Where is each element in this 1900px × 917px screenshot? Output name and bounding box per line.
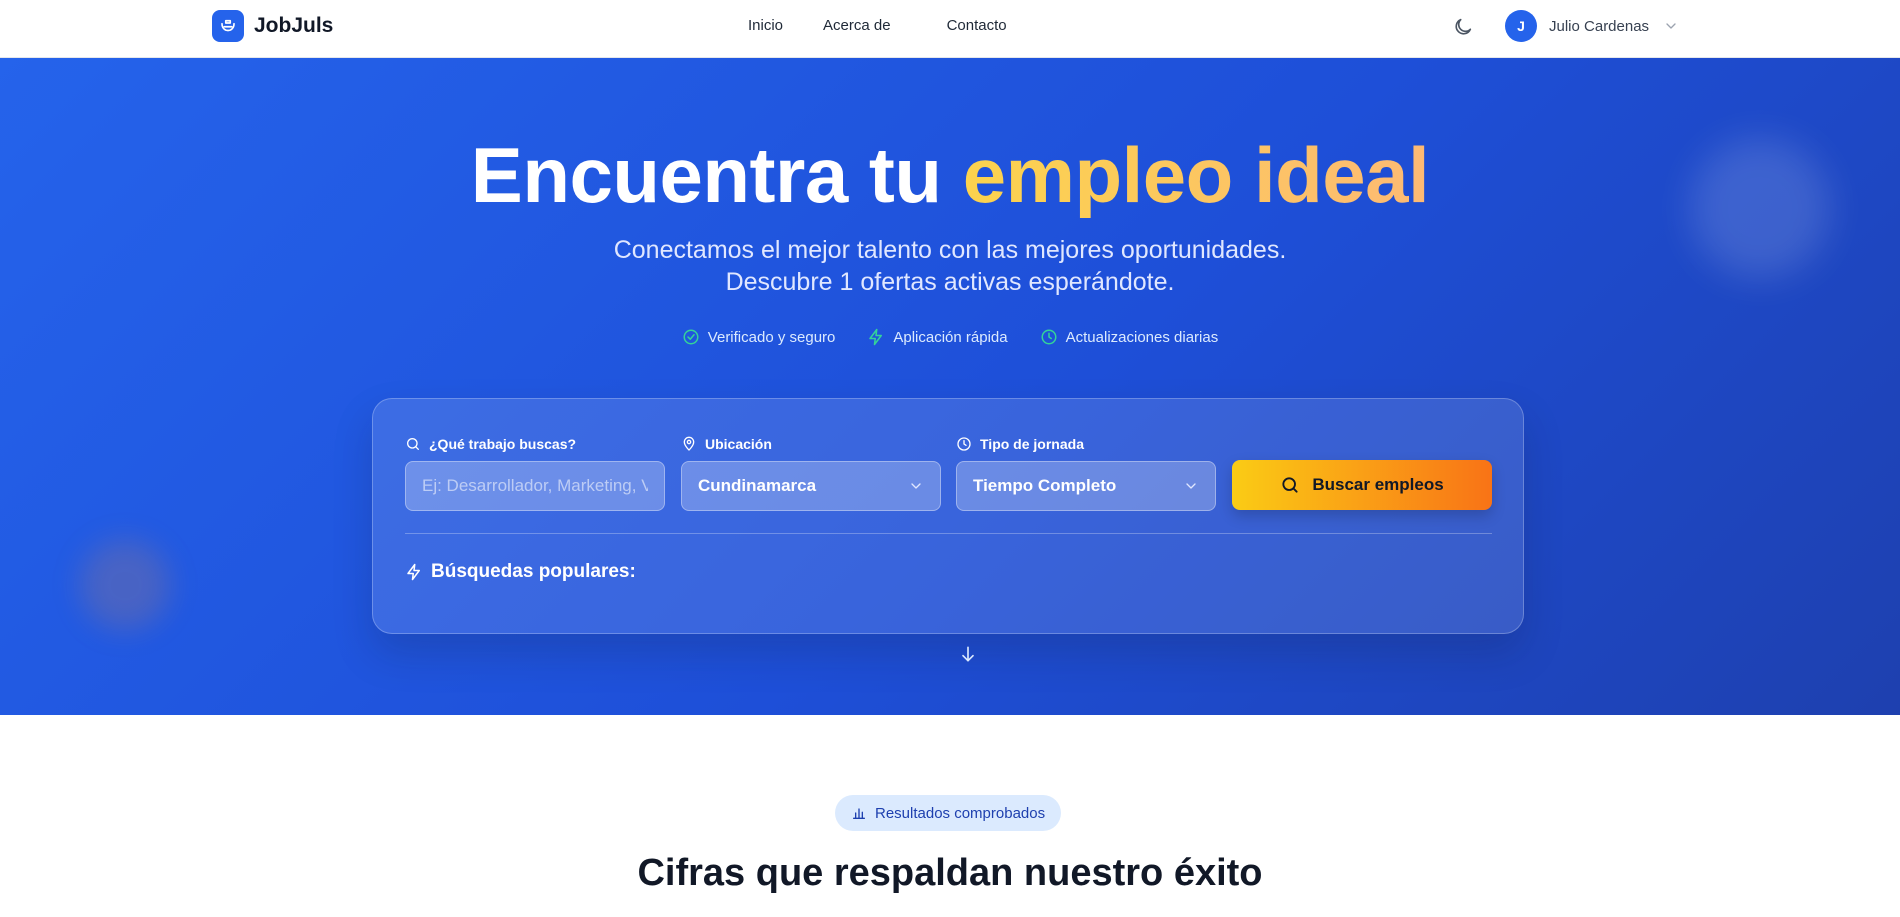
arrow-down-icon[interactable] <box>958 642 978 666</box>
stats-title: Cifras que respaldan nuestro éxito <box>637 852 1263 894</box>
job-label-text: ¿Qué trabajo buscas? <box>429 436 577 452</box>
search-button-label: Buscar empleos <box>1312 475 1444 494</box>
hero: Encuentra tu empleo ideal Conectamos el … <box>0 58 1900 715</box>
location-select-value: Cundinamarca <box>698 476 817 495</box>
navbar: JobJuls Inicio Acerca de Contacto J Juli… <box>0 0 1900 58</box>
type-select[interactable]: Tiempo Completo <box>956 461 1216 511</box>
hero-subtitle-line1: Conectamos el mejor talento con las mejo… <box>613 236 1287 264</box>
brand-name: JobJuls <box>254 14 334 37</box>
type-field: Tipo de jornada Tiempo Completo <box>956 435 1216 511</box>
hero-title: Encuentra tu empleo ideal <box>0 130 1900 221</box>
location-field: Ubicación Cundinamarca <box>681 435 941 511</box>
job-input-box[interactable] <box>405 461 665 511</box>
user-menu[interactable]: J Julio Cardenas <box>1505 10 1679 42</box>
badge-label: Verificado y seguro <box>707 328 836 346</box>
job-label: ¿Qué trabajo buscas? <box>405 435 665 453</box>
badge-daily: Actualizaciones diarias <box>1040 328 1219 346</box>
brand[interactable]: JobJuls <box>212 10 333 42</box>
hero-badges: Verificado y seguro Aplicación rápida Ac… <box>0 328 1900 346</box>
bolt-icon <box>869 328 883 346</box>
search-icon <box>407 438 419 450</box>
user-name: Julio Cardenas <box>1549 17 1650 35</box>
bolt-icon <box>407 563 420 581</box>
popular-label: Búsquedas populares: <box>431 561 636 582</box>
chevron-down-icon <box>911 483 921 489</box>
nav-link-inicio[interactable]: Inicio <box>748 17 783 34</box>
card-divider <box>405 533 1492 534</box>
search-icon <box>1282 477 1298 493</box>
popular-searches: Búsquedas populares: <box>405 561 636 583</box>
avatar: J <box>1505 10 1537 42</box>
nav-link-acerca[interactable]: Acerca de <box>823 17 891 34</box>
type-select-value: Tiempo Completo <box>973 476 1117 495</box>
nav-link-contacto[interactable]: Contacto <box>947 17 1007 34</box>
stats-section: Resultados comprobados Cifras que respal… <box>0 715 1900 917</box>
hero-subtitle-line2: Descubre 1 ofertas activas esperándote. <box>725 268 1175 296</box>
chevron-down-icon <box>1186 483 1196 489</box>
badge-fast: Aplicación rápida <box>867 328 1008 346</box>
check-circle-icon <box>683 329 699 345</box>
search-jobs-button[interactable]: Buscar empleos <box>1232 460 1492 510</box>
type-label-text: Tipo de jornada <box>980 436 1084 452</box>
hero-title-main: Encuentra tu <box>470 131 963 219</box>
moon-icon[interactable] <box>1452 16 1474 38</box>
location-label-text: Ubicación <box>705 436 772 452</box>
briefcase-icon <box>212 10 244 42</box>
chevron-down-icon <box>1666 23 1676 29</box>
location-label: Ubicación <box>681 435 941 453</box>
hero-title-accent: empleo ideal <box>962 131 1430 219</box>
badge-label: Aplicación rápida <box>893 328 1008 346</box>
main-nav: Inicio Acerca de Contacto <box>748 17 1007 34</box>
badge-label: Actualizaciones diarias <box>1065 328 1219 346</box>
clock-icon <box>957 437 971 451</box>
location-select[interactable]: Cundinamarca <box>681 461 941 511</box>
type-label: Tipo de jornada <box>956 435 1216 453</box>
badge-verified: Verificado y seguro <box>682 328 836 346</box>
search-card: ¿Qué trabajo buscas? Ubicación Cundinama… <box>372 398 1524 634</box>
hero-subtitle: Conectamos el mejor talento con las mejo… <box>0 234 1900 298</box>
clock-icon <box>1041 329 1057 345</box>
results-pill-label: Resultados comprobados <box>875 804 1046 822</box>
job-search-input[interactable] <box>422 476 648 496</box>
decorative-blob <box>80 540 170 630</box>
bar-chart-icon <box>853 808 865 819</box>
results-pill: Resultados comprobados <box>835 795 1062 831</box>
job-field: ¿Qué trabajo buscas? <box>405 435 665 511</box>
map-pin-icon <box>683 436 695 451</box>
